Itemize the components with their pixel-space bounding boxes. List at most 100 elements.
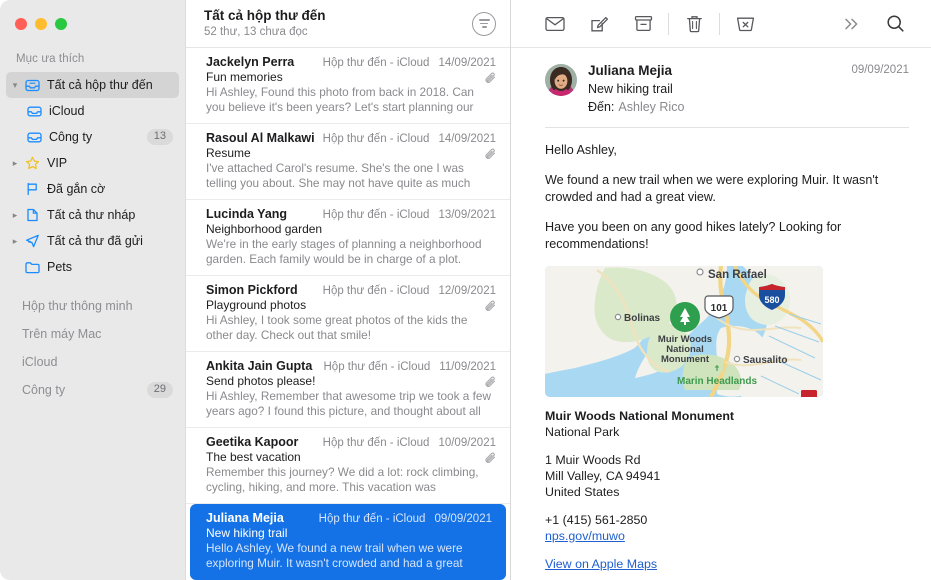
- trash-icon[interactable]: [672, 9, 716, 39]
- sidebar-item-all-sent[interactable]: ▸ Tất cả thư đã gửi: [6, 228, 179, 254]
- draft-icon: [22, 208, 42, 222]
- message-mailbox: Hộp thư đến - iCloud: [322, 209, 430, 221]
- unread-badge: 13: [146, 129, 173, 145]
- sidebar-favorites-list: ▾ Tất cả hộp thư đến iCloud Công ty 13 ▸…: [0, 72, 185, 280]
- body-paragraph: Have you been on any good hikes lately? …: [545, 220, 842, 251]
- message-list-header: Tất cả hộp thư đến 52 thư, 13 chưa đọc: [186, 0, 510, 48]
- message-mailbox: Hộp thư đến - iCloud: [322, 57, 430, 69]
- inbox-icon: [24, 131, 44, 144]
- body-paragraph: We found a new trail when we were explor…: [545, 173, 879, 204]
- chevron-double-right-icon[interactable]: [829, 9, 873, 39]
- chevron-down-icon[interactable]: ▾: [8, 80, 22, 91]
- place-name: Muir Woods National Monument: [545, 409, 735, 423]
- attachment-paperclip-icon: [484, 452, 497, 471]
- sidebar-item-company[interactable]: Công ty 13: [6, 124, 179, 150]
- sidebar-group-smart-mailboxes[interactable]: Hộp thư thông minh: [6, 292, 179, 320]
- message-date: 13/09/2021: [438, 209, 496, 221]
- sender-name: Juliana Mejia: [588, 63, 673, 78]
- message-header: Juliana Mejia New hiking trail Đến: Ashle…: [511, 48, 931, 116]
- message-list-item[interactable]: Lucinda Yang Hộp thư đến - iCloud 13/09/20…: [186, 200, 510, 276]
- sidebar: Mục ưa thích ▾ Tất cả hộp thư đến iCloud: [0, 0, 186, 580]
- svg-text:Monument: Monument: [661, 354, 710, 365]
- message-subject: New hiking trail: [206, 526, 288, 540]
- message-preview: Remember this journey? We did a lot: roc…: [206, 465, 479, 494]
- sidebar-item-all-inboxes[interactable]: ▾ Tất cả hộp thư đến: [6, 72, 179, 98]
- place-address: 1 Muir Woods Rd Mill Valley, CA 94941 Un…: [545, 452, 909, 500]
- filter-icon[interactable]: [472, 11, 496, 36]
- message-list-item[interactable]: Simon Pickford Hộp thư đến - iCloud 12/09/…: [186, 276, 510, 352]
- map-attachment[interactable]: 101 580 San Rafael Bolinas Sausalito Mar…: [545, 266, 909, 571]
- place-category: National Park: [545, 425, 620, 439]
- star-icon: [22, 156, 42, 170]
- message-subject: Resume: [206, 146, 251, 160]
- message-sender: Juliana Mejia: [206, 511, 284, 525]
- junk-icon[interactable]: [723, 9, 767, 39]
- zoom-button[interactable]: [55, 18, 67, 30]
- sidebar-item-label: Tất cả hộp thư đến: [47, 78, 153, 92]
- message-list-item[interactable]: Ankita Jain Gupta Hộp thư đến - iCloud 11/…: [186, 352, 510, 428]
- message-list-item[interactable]: Juliana Mejia Hộp thư đến - iCloud 09/09/2…: [190, 504, 506, 580]
- message-sender: Ankita Jain Gupta: [206, 359, 313, 373]
- sidebar-item-label: Công ty: [49, 130, 93, 144]
- place-website-link[interactable]: nps.gov/muwo: [545, 529, 625, 543]
- svg-text:101: 101: [711, 303, 728, 314]
- inbox-icon: [22, 79, 42, 92]
- recipient-value: Ashley Rico: [618, 100, 685, 114]
- message-sender: Geetika Kapoor: [206, 435, 299, 449]
- inbox-icon: [24, 105, 44, 118]
- flag-icon: [22, 182, 42, 196]
- place-contact: +1 (415) 561-2850 nps.gov/muwo: [545, 512, 909, 544]
- archive-icon[interactable]: [621, 9, 665, 39]
- sidebar-item-vip[interactable]: ▸ VIP: [6, 150, 179, 176]
- message-sender: Simon Pickford: [206, 283, 298, 297]
- sidebar-item-icloud[interactable]: iCloud: [6, 98, 179, 124]
- sidebar-item-label: iCloud: [49, 104, 85, 118]
- svg-text:Marin Headlands: Marin Headlands: [677, 376, 757, 387]
- mail-window: Mục ưa thích ▾ Tất cả hộp thư đến iCloud: [0, 0, 931, 580]
- message-date: 12/09/2021: [438, 285, 496, 297]
- message-preview: I've attached Carol's resume. She's the …: [206, 161, 471, 190]
- message-list-item[interactable]: Rasoul Al Malkawi Hộp thư đến - iCloud 14/…: [186, 124, 510, 200]
- sent-icon: [22, 234, 42, 248]
- chevron-right-icon[interactable]: ▸: [8, 210, 22, 221]
- sidebar-item-all-drafts[interactable]: ▸ Tất cả thư nháp: [6, 202, 179, 228]
- recipient-label: Đến:: [588, 100, 615, 114]
- message-subject: New hiking trail: [588, 82, 673, 96]
- search-icon[interactable]: [873, 9, 917, 39]
- sidebar-item-pets[interactable]: Pets: [6, 254, 179, 280]
- sidebar-group-company[interactable]: Công ty 29: [6, 376, 179, 404]
- message-date: 09/09/2021: [434, 513, 492, 525]
- message-date: 14/09/2021: [438, 133, 496, 145]
- avatar: [545, 64, 577, 96]
- sidebar-group-icloud[interactable]: iCloud: [6, 348, 179, 376]
- envelope-icon[interactable]: [533, 9, 577, 39]
- minimize-button[interactable]: [35, 18, 47, 30]
- message-list-item[interactable]: Geetika Kapoor Hộp thư đến - iCloud 10/09/…: [186, 428, 510, 504]
- message-list-item[interactable]: Jackelyn Perra Hộp thư đến - iCloud 14/09/…: [186, 48, 510, 124]
- sidebar-group-label: Trên máy Mac: [22, 327, 102, 341]
- message-mailbox: Hộp thư đến - iCloud: [323, 361, 431, 373]
- toolbar-divider: [668, 12, 669, 35]
- chevron-right-icon[interactable]: ▸: [8, 236, 22, 247]
- sidebar-item-label: VIP: [47, 156, 68, 170]
- message-sender: Jackelyn Perra: [206, 55, 295, 69]
- close-button[interactable]: [15, 18, 27, 30]
- sidebar-group-on-my-mac[interactable]: Trên máy Mac: [6, 320, 179, 348]
- toolbar-divider: [719, 12, 720, 35]
- message-mailbox: Hộp thư đến - iCloud: [322, 437, 430, 449]
- map-image[interactable]: 101 580 San Rafael Bolinas Sausalito Mar…: [545, 266, 823, 397]
- compose-icon[interactable]: [577, 9, 621, 39]
- recipient-row: Đến: Ashley Rico: [588, 98, 851, 116]
- message-preview: Hi Ashley, I took some great photos of t…: [206, 313, 468, 342]
- message-sender: Rasoul Al Malkawi: [206, 131, 315, 145]
- message-date: 09/09/2021: [851, 64, 909, 76]
- sidebar-item-flagged[interactable]: Đã gắn cờ: [6, 176, 179, 202]
- address-line-2: Mill Valley, CA 94941: [545, 469, 661, 483]
- svg-text:Sausalito: Sausalito: [743, 355, 787, 366]
- view-on-apple-maps-link[interactable]: View on Apple Maps: [545, 557, 657, 571]
- message-list[interactable]: Jackelyn Perra Hộp thư đến - iCloud 14/09/…: [186, 48, 510, 580]
- message-preview: Hi Ashley, Found this photo from back in…: [206, 85, 474, 114]
- sidebar-group-label: iCloud: [22, 355, 58, 369]
- window-controls: [15, 18, 67, 30]
- chevron-right-icon[interactable]: ▸: [8, 158, 22, 169]
